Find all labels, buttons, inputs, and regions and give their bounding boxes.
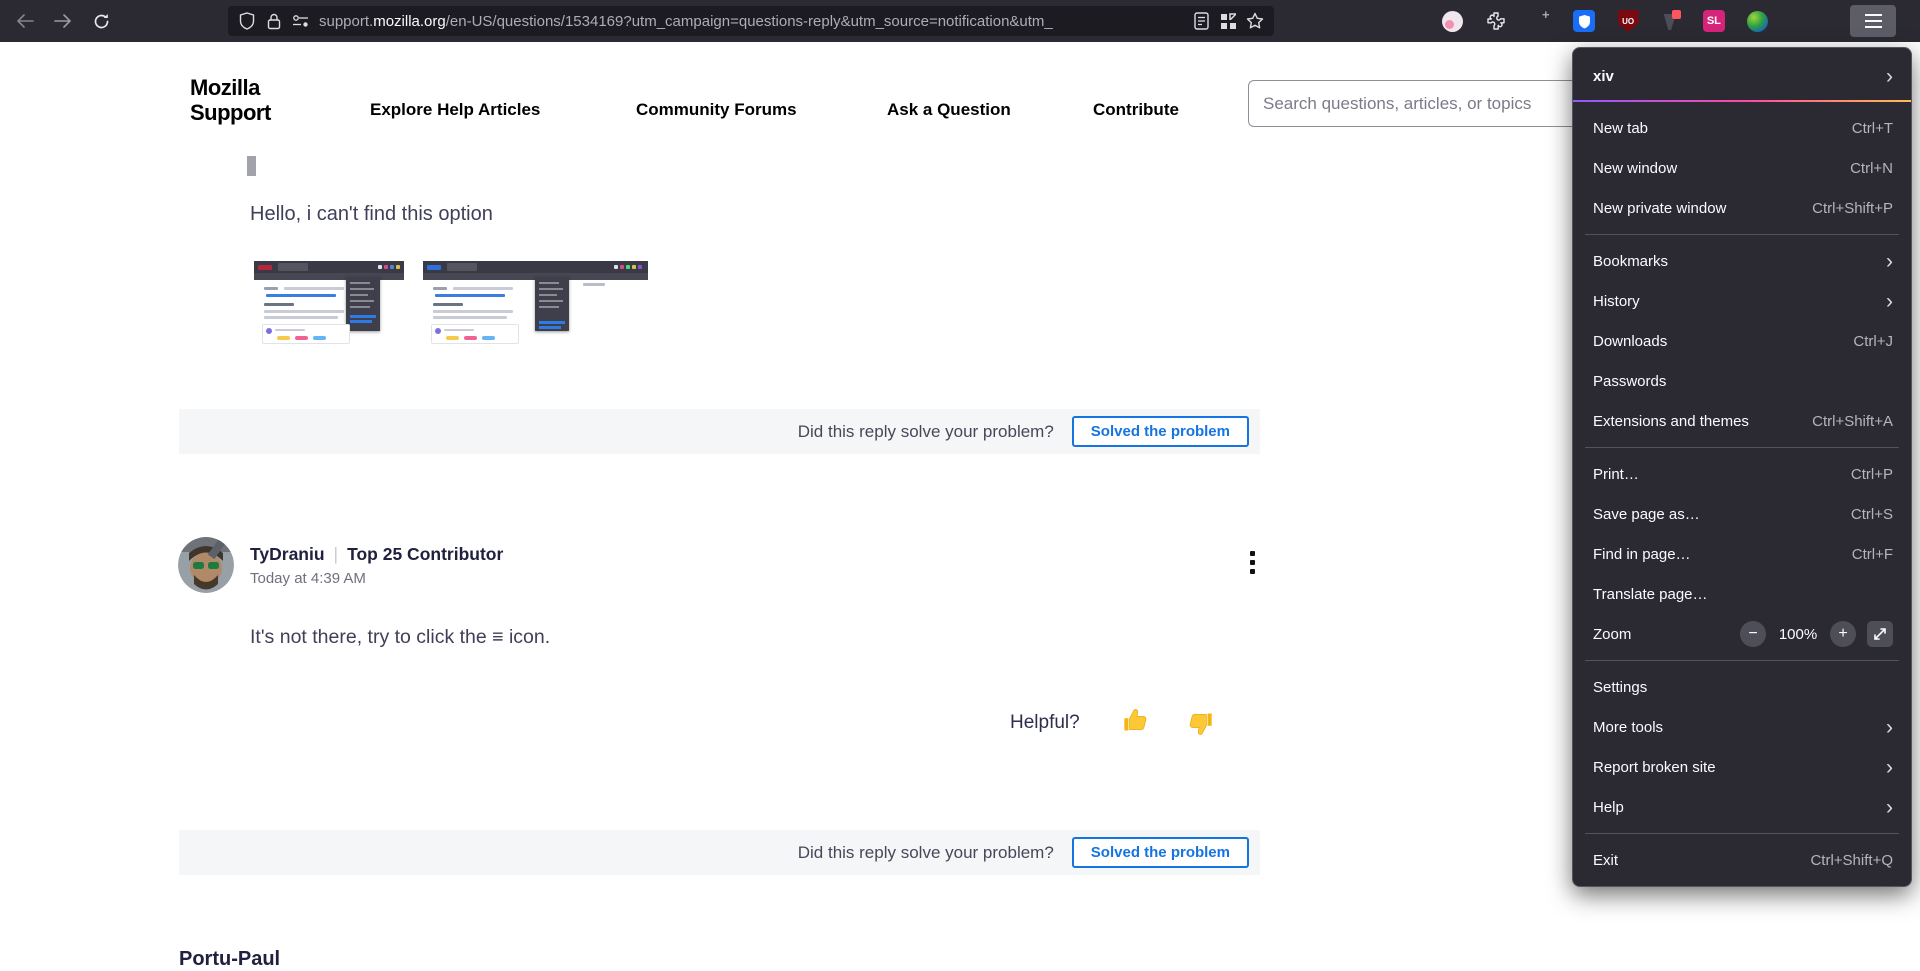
menu-item-more-tools[interactable]: More tools › xyxy=(1573,707,1911,747)
back-button[interactable] xyxy=(6,0,44,42)
thumb-form-card xyxy=(262,324,350,344)
chevron-right-icon: › xyxy=(1886,64,1893,88)
menu-item-translate-page[interactable]: Translate page… xyxy=(1573,574,1911,614)
solve-question: Did this reply solve your problem? xyxy=(797,421,1054,441)
lock-icon[interactable] xyxy=(265,12,283,30)
nav-community-forums[interactable]: Community Forums xyxy=(636,100,797,120)
addons-grid-icon[interactable]: + xyxy=(1529,8,1551,32)
attachment-thumbnail-2[interactable] xyxy=(423,261,648,346)
menu-separator xyxy=(1585,660,1899,661)
menu-item-find-in-page[interactable]: Find in page… Ctrl+F xyxy=(1573,534,1911,574)
bitwarden-icon[interactable] xyxy=(1573,10,1596,32)
chevron-right-icon: › xyxy=(1886,755,1893,779)
attachment-thumbnail-1[interactable] xyxy=(254,261,404,346)
author-name[interactable]: TyDraniu xyxy=(250,544,325,565)
mozilla-support-logo[interactable]: Mozilla Support xyxy=(190,75,271,125)
forward-button[interactable] xyxy=(44,0,82,42)
chevron-right-icon: › xyxy=(1886,795,1893,819)
bookmark-star-icon[interactable] xyxy=(1246,12,1264,30)
menu-item-new-private-window[interactable]: New private window Ctrl+Shift+P xyxy=(1573,188,1911,228)
idm-globe-icon[interactable] xyxy=(1746,10,1768,32)
thumb-menu-panel xyxy=(535,277,569,331)
browser-toolbar: support.mozilla.org/en-US/questions/1534… xyxy=(0,0,1920,42)
tracking-shield-icon[interactable] xyxy=(238,12,256,30)
menu-item-extensions-and-themes[interactable]: Extensions and themes Ctrl+Shift+A xyxy=(1573,401,1911,441)
reader-view-icon[interactable] xyxy=(1192,12,1210,30)
menu-item-print[interactable]: Print… Ctrl+P xyxy=(1573,454,1911,494)
ublock-badge-text: UO xyxy=(1622,16,1635,26)
extension-pin-icon[interactable] xyxy=(1661,10,1681,32)
menu-separator xyxy=(1585,234,1899,235)
menu-item-zoom: Zoom − 100% + xyxy=(1573,614,1911,654)
open-in-container-icon[interactable] xyxy=(1219,12,1237,30)
logo-line2: Support xyxy=(190,100,271,125)
avatar[interactable] xyxy=(178,537,234,593)
simplelogin-badge-text: SL xyxy=(1706,15,1721,27)
extension-toolbar: + UO SL xyxy=(1442,0,1768,42)
menu-item-new-window[interactable]: New window Ctrl+N xyxy=(1573,148,1911,188)
thumbs-up-button[interactable] xyxy=(1122,706,1150,734)
menu-item-help[interactable]: Help › xyxy=(1573,787,1911,827)
url-text: support.mozilla.org/en-US/questions/1534… xyxy=(319,12,1183,30)
helpful-label: Helpful? xyxy=(1010,712,1080,733)
simplelogin-icon[interactable]: SL xyxy=(1702,10,1725,32)
menu-item-exit[interactable]: Exit Ctrl+Shift+Q xyxy=(1573,840,1911,880)
reload-button[interactable] xyxy=(82,0,120,42)
menu-separator xyxy=(1585,833,1899,834)
solve-bar-2: Did this reply solve your problem? Solve… xyxy=(179,830,1260,875)
fullscreen-button[interactable] xyxy=(1867,621,1893,647)
clipped-content-fragment xyxy=(247,156,256,176)
menu-item-save-page-as[interactable]: Save page as… Ctrl+S xyxy=(1573,494,1911,534)
zoom-in-button[interactable]: + xyxy=(1830,621,1856,647)
chevron-right-icon: › xyxy=(1886,289,1893,313)
pin-flag xyxy=(1671,10,1681,19)
thumb-menu-panel xyxy=(346,277,380,331)
menu-item-bookmarks[interactable]: Bookmarks › xyxy=(1573,241,1911,281)
thumb-browser-bar xyxy=(254,261,404,273)
zoom-out-button[interactable]: − xyxy=(1740,621,1766,647)
question-message: Hello, i can't find this option xyxy=(250,203,493,225)
author-separator: | xyxy=(333,544,339,564)
firefox-app-menu: xiv › New tab Ctrl+T New window Ctrl+N New … xyxy=(1572,47,1912,887)
menu-item-history[interactable]: History › xyxy=(1573,281,1911,321)
solved-the-problem-button[interactable]: Solved the problem xyxy=(1071,416,1249,447)
account-gradient-divider xyxy=(1573,100,1911,102)
logo-line1: Mozilla xyxy=(190,75,260,100)
post-timestamp: Today at 4:39 AM xyxy=(250,570,366,587)
thumbs-down-button[interactable] xyxy=(1186,710,1214,738)
profile-extension-icon[interactable] xyxy=(1442,10,1463,32)
ublock-origin-icon[interactable]: UO xyxy=(1617,10,1639,32)
nav-contribute[interactable]: Contribute xyxy=(1093,100,1179,120)
search-input[interactable] xyxy=(1248,80,1580,127)
permissions-toggle-icon[interactable] xyxy=(292,12,310,30)
menu-hamburger-button[interactable] xyxy=(1850,5,1896,37)
solve-question: Did this reply solve your problem? xyxy=(797,842,1054,862)
menu-item-account[interactable]: xiv › xyxy=(1573,54,1911,98)
zoom-level-value[interactable]: 100% xyxy=(1777,626,1819,643)
reply-message: It's not there, try to click the ≡ icon. xyxy=(250,626,551,648)
extensions-puzzle-icon[interactable] xyxy=(1485,10,1507,32)
menu-separator xyxy=(1585,447,1899,448)
menu-item-downloads[interactable]: Downloads Ctrl+J xyxy=(1573,321,1911,361)
nav-ask-a-question[interactable]: Ask a Question xyxy=(887,100,1011,120)
thumb-form-card xyxy=(431,324,519,344)
chevron-right-icon: › xyxy=(1886,249,1893,273)
solved-the-problem-button[interactable]: Solved the problem xyxy=(1071,837,1249,868)
menu-item-passwords[interactable]: Passwords xyxy=(1573,361,1911,401)
solve-bar-1: Did this reply solve your problem? Solve… xyxy=(179,409,1260,454)
menu-item-settings[interactable]: Settings xyxy=(1573,667,1911,707)
menu-item-new-tab[interactable]: New tab Ctrl+T xyxy=(1573,108,1911,148)
post-options-kebab-icon[interactable] xyxy=(1242,547,1262,577)
chevron-right-icon: › xyxy=(1886,715,1893,739)
nav-explore-help-articles[interactable]: Explore Help Articles xyxy=(370,100,540,120)
menu-item-report-broken-site[interactable]: Report broken site › xyxy=(1573,747,1911,787)
address-bar[interactable]: support.mozilla.org/en-US/questions/1534… xyxy=(228,6,1274,36)
thumb-browser-bar xyxy=(423,261,648,273)
author-badge: Top 25 Contributor xyxy=(347,544,504,564)
